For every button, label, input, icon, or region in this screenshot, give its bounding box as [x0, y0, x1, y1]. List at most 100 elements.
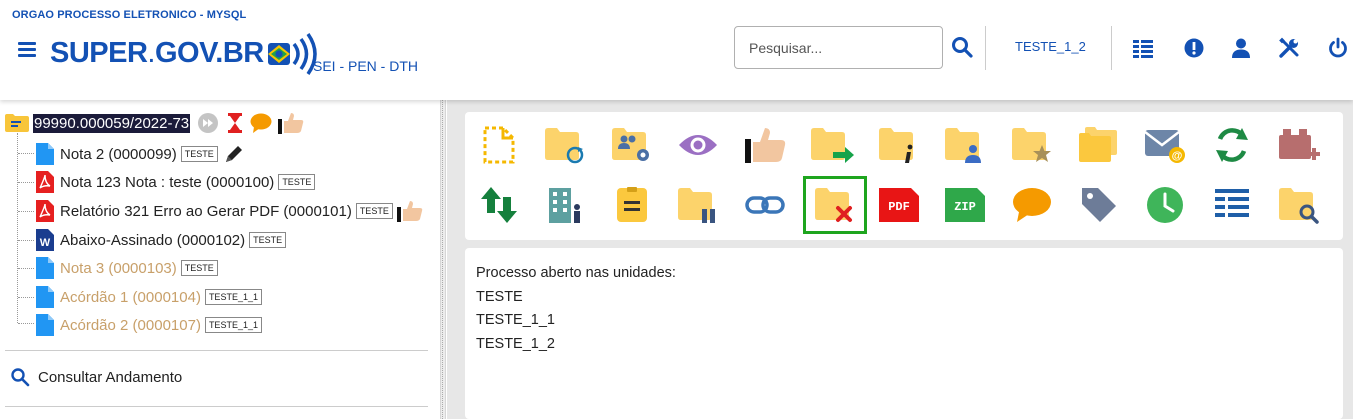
- search-icon: [11, 368, 30, 387]
- pdf-icon: [36, 200, 54, 222]
- sync-icon[interactable]: [1207, 120, 1257, 170]
- tree-document-item[interactable]: Relatório 321 Erro ao Gerar PDF (0000101…: [36, 200, 423, 222]
- tasks-icon[interactable]: [1132, 37, 1154, 59]
- new-document-icon[interactable]: [474, 120, 524, 170]
- top-header: ORGAO PROCESSO ELETRONICO - MYSQL SUPER.…: [0, 0, 1353, 100]
- view-icon[interactable]: [673, 120, 723, 170]
- tree-connector: [18, 268, 34, 269]
- document-icon: [36, 143, 54, 165]
- link-icon[interactable]: [740, 180, 790, 230]
- zip-export-icon[interactable]: ZIP: [940, 180, 990, 230]
- header-separator: [985, 26, 986, 70]
- notes-icon[interactable]: [607, 180, 657, 230]
- thumb-icon[interactable]: [396, 200, 423, 222]
- close-process-icon[interactable]: [803, 176, 867, 234]
- folders-icon[interactable]: [1074, 120, 1124, 170]
- tree-document-item[interactable]: Nota 2 (0000099) TESTE: [36, 143, 244, 165]
- unit-tag: TESTE: [278, 174, 316, 190]
- process-info-icon[interactable]: [874, 120, 924, 170]
- assign-user-icon[interactable]: [940, 120, 990, 170]
- zip-label: ZIP: [954, 200, 976, 214]
- document-label[interactable]: Relatório 321 Erro ao Gerar PDF (0000101…: [60, 203, 352, 220]
- unit-tag: TESTE: [180, 260, 218, 276]
- comment-bubble-icon[interactable]: [250, 113, 272, 133]
- organization-name: ORGAO PROCESSO ELETRONICO - MYSQL: [12, 9, 247, 21]
- pdf-icon: [36, 171, 54, 193]
- pdf-label: PDF: [888, 200, 910, 214]
- user-icon[interactable]: [1230, 37, 1252, 59]
- alert-icon[interactable]: [1183, 37, 1205, 59]
- list-icon[interactable]: [1207, 180, 1257, 230]
- unit-tag: TESTE: [355, 203, 393, 219]
- search-icon[interactable]: [951, 36, 973, 58]
- unit-tag: TESTE_1_1: [204, 317, 262, 333]
- forward-icon[interactable]: [198, 113, 219, 133]
- tree-connector: [18, 153, 34, 154]
- deadline-icon[interactable]: [1140, 180, 1190, 230]
- relate-icon[interactable]: [474, 180, 524, 230]
- tree-connector: [18, 182, 34, 183]
- tag-icon[interactable]: [1074, 180, 1124, 230]
- signature-pen-icon[interactable]: [224, 144, 244, 164]
- tree-document-item[interactable]: Acórdão 2 (0000107) TESTE_1_1: [36, 314, 262, 336]
- document-label[interactable]: Nota 123 Nota : teste (0000100): [60, 174, 274, 191]
- tree-document-item[interactable]: W Abaixo-Assinado (0000102) TESTE: [36, 229, 287, 251]
- add-block-icon[interactable]: [1274, 120, 1324, 170]
- unit-tag: TESTE: [249, 232, 287, 248]
- thumb-icon[interactable]: [740, 120, 790, 170]
- document-icon: [36, 314, 54, 336]
- logo-text: SUPER.GOV.BR: [50, 36, 264, 69]
- process-root-node[interactable]: 99990.000059/2022-73: [5, 112, 304, 134]
- process-toolbar: @ PDF ZIP: [465, 112, 1343, 240]
- word-icon: W: [36, 229, 54, 251]
- open-unit: TESTE: [476, 288, 523, 305]
- thumb-icon[interactable]: [278, 112, 304, 134]
- tree-connector: [18, 323, 34, 324]
- unit-tag: TESTE_1_1: [204, 289, 262, 305]
- tree-document-item[interactable]: Nota 123 Nota : teste (0000100) TESTE: [36, 171, 316, 193]
- power-icon[interactable]: [1327, 37, 1349, 59]
- process-info-box: Processo aberto nas unidades: TESTE TEST…: [465, 248, 1343, 419]
- document-label[interactable]: Acórdão 2 (0000107): [60, 317, 201, 334]
- update-process-icon[interactable]: [540, 120, 590, 170]
- super-gov-logo[interactable]: SUPER.GOV.BR: [50, 29, 326, 77]
- assign-process-icon[interactable]: [607, 120, 657, 170]
- tree-document-item[interactable]: Acórdão 1 (0000104) TESTE_1_1: [36, 286, 262, 308]
- tools-icon[interactable]: [1278, 37, 1300, 59]
- unit-access-icon[interactable]: [540, 180, 590, 230]
- divider: [5, 406, 428, 407]
- suspend-icon[interactable]: [673, 180, 723, 230]
- tree-connector: [18, 211, 34, 212]
- panel-splitter[interactable]: [440, 100, 446, 419]
- header-separator: [1111, 26, 1112, 70]
- send-process-icon[interactable]: [807, 120, 857, 170]
- divider: [5, 350, 428, 351]
- tree-connector: [18, 297, 34, 298]
- tree-document-item[interactable]: Nota 3 (0000103) TESTE: [36, 257, 218, 279]
- document-icon: [36, 286, 54, 308]
- tree-connector: [17, 133, 18, 323]
- document-label[interactable]: Acórdão 1 (0000104): [60, 289, 201, 306]
- unit-selector[interactable]: TESTE_1_2: [1015, 39, 1086, 54]
- open-unit: TESTE_1_2: [476, 335, 555, 352]
- svg-text:@: @: [1172, 150, 1183, 162]
- pdf-export-icon[interactable]: PDF: [874, 180, 924, 230]
- consultar-andamento-link[interactable]: Consultar Andamento: [10, 367, 182, 387]
- email-icon[interactable]: @: [1140, 120, 1190, 170]
- menu-icon[interactable]: [18, 42, 36, 58]
- comment-icon[interactable]: [1007, 180, 1057, 230]
- search-input[interactable]: [734, 26, 943, 69]
- subsystem-label: SEI - PEN - DTH: [313, 58, 419, 74]
- document-label[interactable]: Nota 2 (0000099): [60, 146, 177, 163]
- tree-connector: [18, 240, 34, 241]
- favorite-icon[interactable]: [1007, 120, 1057, 170]
- open-unit: TESTE_1_1: [476, 312, 555, 328]
- unit-tag: TESTE: [180, 146, 218, 162]
- process-number[interactable]: 99990.000059/2022-73: [33, 113, 191, 133]
- svg-text:W: W: [40, 237, 51, 249]
- search-process-icon[interactable]: [1274, 180, 1324, 230]
- document-label[interactable]: Abaixo-Assinado (0000102): [60, 232, 245, 249]
- consultar-label[interactable]: Consultar Andamento: [38, 369, 182, 386]
- document-label[interactable]: Nota 3 (0000103): [60, 260, 177, 277]
- document-icon: [36, 257, 54, 279]
